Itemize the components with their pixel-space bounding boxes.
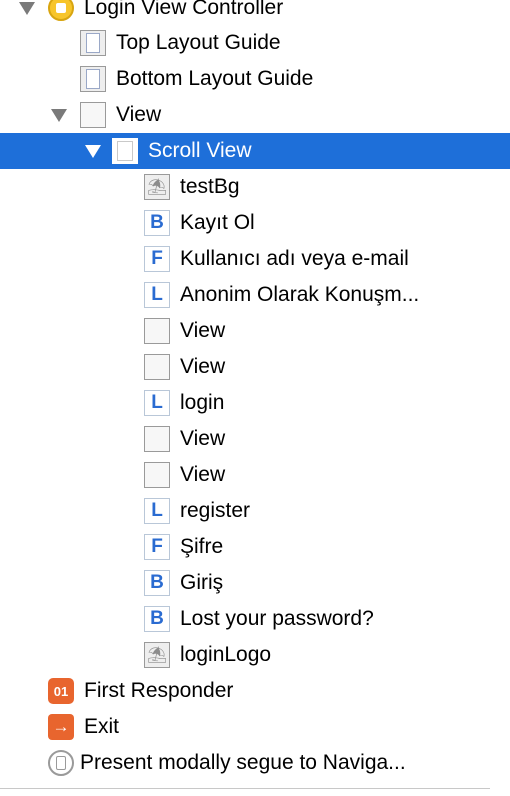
layout-guide-icon (80, 30, 106, 56)
view-icon (144, 318, 170, 344)
label-icon: L (144, 282, 170, 308)
tree-row-child[interactable]: View (0, 457, 510, 493)
text-field-icon: F (144, 534, 170, 560)
view-icon (80, 102, 106, 128)
row-label: Lost your password? (180, 607, 374, 630)
tree-row-child[interactable]: View (0, 313, 510, 349)
tree-row-child[interactable]: ⛱ loginLogo (0, 637, 510, 673)
row-label: Kullanıcı adı veya e-mail (180, 247, 409, 270)
tree-row-child[interactable]: B Kayıt Ol (0, 205, 510, 241)
view-icon (144, 426, 170, 452)
view-controller-icon (48, 0, 74, 21)
divider (0, 788, 490, 789)
row-label: View (180, 463, 226, 486)
disclosure-triangle-icon[interactable] (84, 133, 102, 169)
row-label: Anonim Olarak Konuşm... (180, 283, 420, 306)
row-label: Present modally segue to Naviga... (80, 751, 406, 774)
tree-row-child[interactable]: L Anonim Olarak Konuşm... (0, 277, 510, 313)
row-label: loginLogo (180, 643, 272, 666)
row-label: login (180, 391, 225, 414)
row-label: View (180, 355, 226, 378)
label-icon: L (144, 390, 170, 416)
row-label: Login View Controller (84, 0, 284, 19)
image-view-icon: ⛱ (144, 642, 170, 668)
tree-row-bottom-layout-guide[interactable]: Bottom Layout Guide (0, 61, 510, 97)
tree-row-child[interactable]: B Lost your password? (0, 601, 510, 637)
tree-row-child[interactable]: F Kullanıcı adı veya e-mail (0, 241, 510, 277)
scroll-view-icon (112, 138, 138, 164)
button-icon: B (144, 570, 170, 596)
button-icon: B (144, 606, 170, 632)
label-icon: L (144, 498, 170, 524)
disclosure-triangle-icon[interactable] (18, 0, 36, 26)
row-label: View (180, 319, 226, 342)
tree-row-child[interactable]: F Şifre (0, 529, 510, 565)
row-label: First Responder (84, 679, 234, 702)
tree-row-child[interactable]: ⛱ testBg (0, 169, 510, 205)
row-label: Scroll View (148, 139, 252, 162)
tree-row-child[interactable]: B Giriş (0, 565, 510, 601)
row-label: View (116, 103, 162, 126)
row-label: Exit (84, 715, 120, 738)
tree-row-top-layout-guide[interactable]: Top Layout Guide (0, 25, 510, 61)
segue-icon (48, 750, 74, 776)
image-view-icon: ⛱ (144, 174, 170, 200)
disclosure-triangle-icon[interactable] (50, 97, 68, 133)
view-icon (144, 462, 170, 488)
first-responder-icon: 01 (48, 678, 74, 704)
tree-row-child[interactable]: Llogin (0, 385, 510, 421)
tree-row-scroll-view[interactable]: Scroll View (0, 133, 510, 169)
row-label: View (180, 427, 226, 450)
view-icon (144, 354, 170, 380)
tree-row-segue[interactable]: Present modally segue to Naviga... (0, 745, 510, 781)
button-icon: B (144, 210, 170, 236)
row-label: Bottom Layout Guide (116, 67, 314, 90)
row-label: Kayıt Ol (180, 211, 255, 234)
row-label: testBg (180, 175, 240, 198)
tree-row-first-responder[interactable]: 01 First Responder (0, 673, 510, 709)
row-label: register (180, 499, 251, 522)
row-label: Giriş (180, 571, 224, 594)
layout-guide-icon (80, 66, 106, 92)
row-label: Şifre (180, 535, 224, 558)
tree-row-child[interactable]: Lregister (0, 493, 510, 529)
tree-row-child[interactable]: View (0, 349, 510, 385)
row-label: Top Layout Guide (116, 31, 281, 54)
tree-row-child[interactable]: View (0, 421, 510, 457)
exit-icon: → (48, 714, 74, 740)
text-field-icon: F (144, 246, 170, 272)
tree-row-exit[interactable]: → Exit (0, 709, 510, 745)
tree-row-login-view-controller[interactable]: Login View Controller (0, 0, 510, 26)
tree-row-view[interactable]: View (0, 97, 510, 133)
